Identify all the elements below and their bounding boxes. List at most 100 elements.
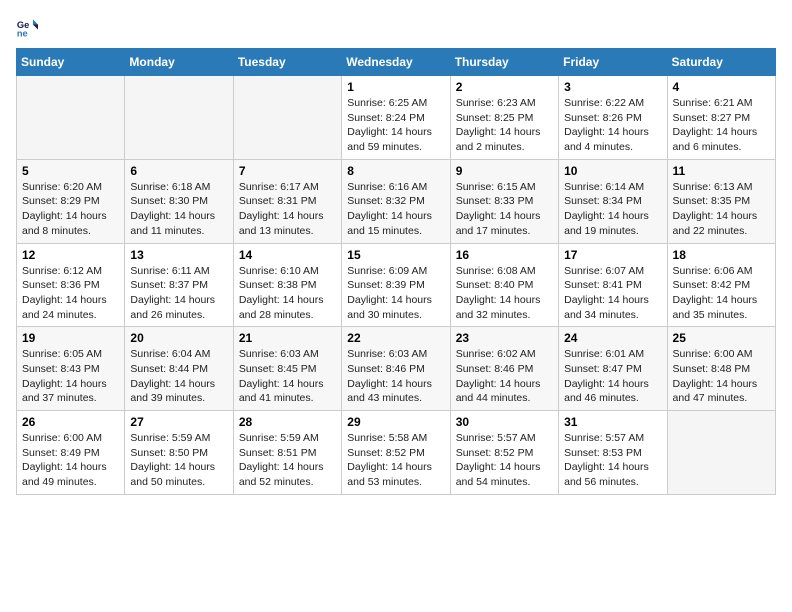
sunrise-text: Sunrise: 5:57 AM [456, 432, 536, 444]
daylight-text: and 43 minutes. [347, 392, 422, 404]
sunrise-text: Sunrise: 6:10 AM [239, 265, 319, 277]
sunset-text: Sunset: 8:38 PM [239, 279, 317, 291]
weekday-header: Friday [559, 49, 667, 76]
daylight-text: Daylight: 14 hours [239, 461, 324, 473]
sunrise-text: Sunrise: 6:18 AM [130, 181, 210, 193]
calendar-week-row: 5Sunrise: 6:20 AMSunset: 8:29 PMDaylight… [17, 159, 776, 243]
daylight-text: and 24 minutes. [22, 309, 97, 321]
daylight-text: and 47 minutes. [673, 392, 748, 404]
calendar-cell: 30 Sunrise: 5:57 AM Sunset: 8:52 PM Dayligh… [450, 411, 558, 495]
sunset-text: Sunset: 8:48 PM [673, 363, 751, 375]
day-number: 25 [673, 331, 770, 345]
sunrise-text: Sunrise: 5:59 AM [239, 432, 319, 444]
sunset-text: Sunset: 8:46 PM [347, 363, 425, 375]
daylight-text: Daylight: 14 hours [347, 461, 432, 473]
daylight-text: Daylight: 14 hours [673, 210, 758, 222]
daylight-text: and 34 minutes. [564, 309, 639, 321]
calendar-cell: 9Sunrise: 6:15 AMSunset: 8:33 PMDaylight… [450, 159, 558, 243]
day-info: Sunrise: 6:20 AMSunset: 8:29 PMDaylight:… [22, 180, 119, 239]
calendar-cell: 16Sunrise: 6:08 AMSunset: 8:40 PMDayligh… [450, 243, 558, 327]
calendar-cell [17, 76, 125, 160]
day-number: 31 [564, 415, 661, 429]
sunset-text: Sunset: 8:50 PM [130, 447, 208, 459]
sunrise-text: Sunrise: 6:25 AM [347, 97, 427, 109]
sunrise-text: Sunrise: 6:12 AM [22, 265, 102, 277]
sunset-text: Sunset: 8:52 PM [456, 447, 534, 459]
weekday-header: Tuesday [233, 49, 341, 76]
day-info: Sunrise: 6:23 AMSunset: 8:25 PMDaylight:… [456, 96, 553, 155]
sunrise-text: Sunrise: 6:13 AM [673, 181, 753, 193]
day-info: Sunrise: 6:04 AMSunset: 8:44 PMDaylight:… [130, 347, 227, 406]
day-info: Sunrise: 5:58 AMSunset: 8:52 PMDaylight:… [347, 431, 444, 490]
sunrise-text: Sunrise: 6:16 AM [347, 181, 427, 193]
day-info: Sunrise: 6:17 AMSunset: 8:31 PMDaylight:… [239, 180, 336, 239]
day-number: 1 [347, 80, 444, 94]
daylight-text: Daylight: 14 hours [673, 378, 758, 390]
sunrise-text: Sunrise: 6:09 AM [347, 265, 427, 277]
daylight-text: and 44 minutes. [456, 392, 531, 404]
day-info: Sunrise: 6:00 AMSunset: 8:49 PMDaylight:… [22, 431, 119, 490]
daylight-text: and 32 minutes. [456, 309, 531, 321]
sunset-text: Sunset: 8:52 PM [347, 447, 425, 459]
day-number: 14 [239, 248, 336, 262]
day-number: 13 [130, 248, 227, 262]
day-number: 29 [347, 415, 444, 429]
day-info: Sunrise: 6:25 AMSunset: 8:24 PMDaylight:… [347, 96, 444, 155]
day-number: 19 [22, 331, 119, 345]
sunset-text: Sunset: 8:40 PM [456, 279, 534, 291]
daylight-text: Daylight: 14 hours [130, 210, 215, 222]
daylight-text: Daylight: 14 hours [347, 126, 432, 138]
sunrise-text: Sunrise: 6:08 AM [456, 265, 536, 277]
daylight-text: Daylight: 14 hours [456, 461, 541, 473]
day-number: 17 [564, 248, 661, 262]
day-info: Sunrise: 6:02 AMSunset: 8:46 PMDaylight:… [456, 347, 553, 406]
sunrise-text: Sunrise: 6:00 AM [673, 348, 753, 360]
day-number: 18 [673, 248, 770, 262]
day-info: Sunrise: 5:57 AM Sunset: 8:52 PM Daylight:… [456, 431, 553, 490]
sunset-text: Sunset: 8:39 PM [347, 279, 425, 291]
calendar-cell [233, 76, 341, 160]
calendar-cell [125, 76, 233, 160]
calendar-cell: 11Sunrise: 6:13 AMSunset: 8:35 PMDayligh… [667, 159, 775, 243]
daylight-text: and 11 minutes. [130, 225, 204, 237]
daylight-text: and 50 minutes. [130, 476, 205, 488]
daylight-text: and 26 minutes. [130, 309, 205, 321]
day-info: Sunrise: 6:18 AMSunset: 8:30 PMDaylight:… [130, 180, 227, 239]
daylight-text: and 17 minutes. [456, 225, 531, 237]
daylight-text: Daylight: 14 hours [347, 294, 432, 306]
day-number: 3 [564, 80, 661, 94]
daylight-text: Daylight: 14 hours [456, 378, 541, 390]
daylight-text: and 35 minutes. [673, 309, 748, 321]
daylight-text: and 52 minutes. [239, 476, 314, 488]
calendar-week-row: 19Sunrise: 6:05 AMSunset: 8:43 PMDayligh… [17, 327, 776, 411]
day-number: 30 [456, 415, 553, 429]
daylight-text: and 49 minutes. [22, 476, 97, 488]
sunset-text: Sunset: 8:45 PM [239, 363, 317, 375]
calendar-cell: 8Sunrise: 6:16 AMSunset: 8:32 PMDaylight… [342, 159, 450, 243]
day-number: 12 [22, 248, 119, 262]
day-info: Sunrise: 6:00 AM Sunset: 8:48 PM Daylight:… [673, 347, 770, 406]
daylight-text: and 19 minutes. [564, 225, 639, 237]
calendar-table: SundayMondayTuesdayWednesdayThursdayFrid… [16, 48, 776, 495]
sunrise-text: Sunrise: 6:20 AM [22, 181, 102, 193]
sunrise-text: Sunrise: 6:14 AM [564, 181, 644, 193]
sunset-text: Sunset: 8:47 PM [564, 363, 642, 375]
calendar-week-row: 12 Sunrise: 6:12 AM Sunset: 8:36 PM Dayligh… [17, 243, 776, 327]
daylight-text: and 30 minutes. [347, 309, 422, 321]
calendar-cell: 5Sunrise: 6:20 AMSunset: 8:29 PMDaylight… [17, 159, 125, 243]
calendar-cell: 28Sunrise: 5:59 AMSunset: 8:51 PMDayligh… [233, 411, 341, 495]
daylight-text: Daylight: 14 hours [22, 294, 107, 306]
sunset-text: Sunset: 8:36 PM [22, 279, 100, 291]
daylight-text: and 37 minutes. [22, 392, 97, 404]
daylight-text: Daylight: 14 hours [22, 378, 107, 390]
daylight-text: and 59 minutes. [347, 141, 422, 153]
day-info: Sunrise: 6:16 AMSunset: 8:32 PMDaylight:… [347, 180, 444, 239]
daylight-text: Daylight: 14 hours [564, 126, 649, 138]
daylight-text: Daylight: 14 hours [239, 378, 324, 390]
daylight-text: and 28 minutes. [239, 309, 314, 321]
daylight-text: Daylight: 14 hours [22, 210, 107, 222]
daylight-text: Daylight: 14 hours [564, 461, 649, 473]
day-number: 7 [239, 164, 336, 178]
sunrise-text: Sunrise: 5:57 AM [564, 432, 644, 444]
daylight-text: Daylight: 14 hours [456, 126, 541, 138]
